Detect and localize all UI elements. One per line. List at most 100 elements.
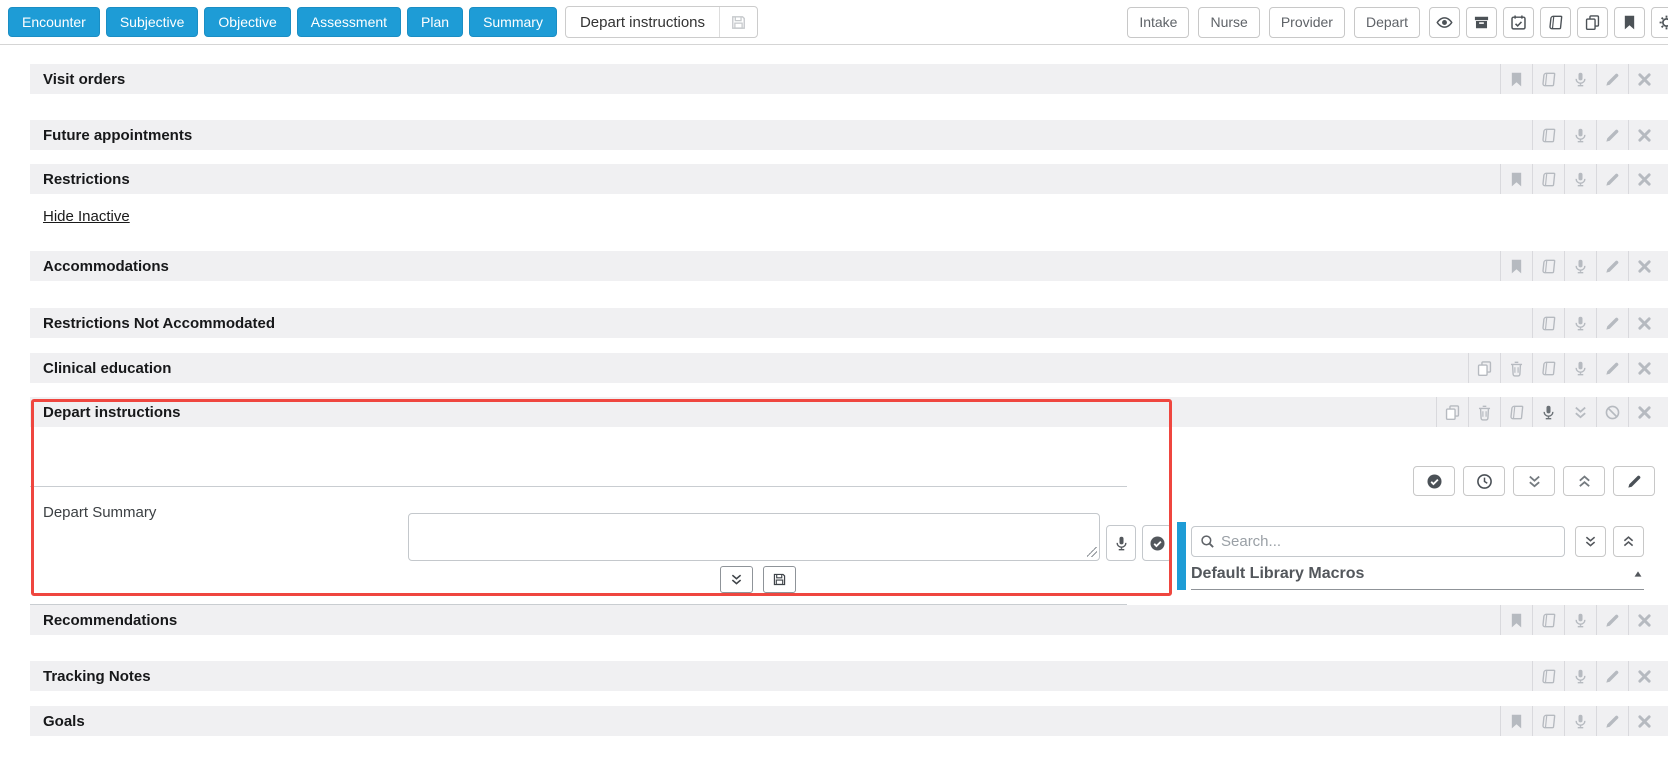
close-button[interactable]: [1628, 706, 1660, 736]
section-row-goals[interactable]: Goals: [30, 706, 1668, 736]
pencil-button[interactable]: [1596, 164, 1628, 194]
bookmark-button[interactable]: [1500, 706, 1532, 736]
microphone-button[interactable]: [1564, 251, 1596, 281]
pencil-button[interactable]: [1613, 466, 1655, 496]
chevron-double-up-icon: [1621, 534, 1636, 549]
book-button[interactable]: [1540, 6, 1571, 38]
chevron-double-down-button[interactable]: [720, 566, 753, 593]
pencil-button[interactable]: [1596, 120, 1628, 150]
book-icon: [1540, 668, 1557, 685]
microphone-button[interactable]: [1564, 661, 1596, 691]
ban-button[interactable]: [1596, 397, 1628, 427]
book-button[interactable]: [1532, 64, 1564, 94]
bookmark-button[interactable]: [1500, 605, 1532, 635]
section-row-restrictions-not-accommodated[interactable]: Restrictions Not Accommodated: [30, 308, 1668, 338]
copy-button[interactable]: [1436, 397, 1468, 427]
section-row-depart-instructions[interactable]: Depart instructions: [30, 397, 1668, 427]
microphone-button[interactable]: [1106, 525, 1136, 561]
close-button[interactable]: [1628, 605, 1660, 635]
copy-button[interactable]: [1468, 353, 1500, 383]
chevron-double-down-button[interactable]: [1513, 466, 1555, 496]
pencil-button[interactable]: [1596, 661, 1628, 691]
trash-button[interactable]: [1500, 353, 1532, 383]
close-button[interactable]: [1628, 661, 1660, 691]
close-button[interactable]: [1628, 64, 1660, 94]
pencil-button[interactable]: [1596, 64, 1628, 94]
chevron-double-up-button[interactable]: [1613, 526, 1644, 557]
close-button[interactable]: [1628, 397, 1660, 427]
nav-tab-encounter[interactable]: Encounter: [8, 7, 100, 37]
chevron-double-down-button[interactable]: [1564, 397, 1596, 427]
stage-button-provider[interactable]: Provider: [1268, 6, 1345, 38]
bookmark-button[interactable]: [1614, 6, 1645, 38]
close-button[interactable]: [1628, 251, 1660, 281]
book-button[interactable]: [1532, 120, 1564, 150]
section-row-visit-orders[interactable]: Visit orders: [30, 64, 1668, 94]
close-button[interactable]: [1628, 120, 1660, 150]
nav-tab-subjective[interactable]: Subjective: [105, 7, 199, 37]
calendar-check-button[interactable]: [1503, 6, 1534, 38]
close-button[interactable]: [1628, 164, 1660, 194]
archive-button[interactable]: [1466, 6, 1497, 38]
stage-button-nurse[interactable]: Nurse: [1198, 6, 1260, 38]
book-button[interactable]: [1532, 251, 1564, 281]
sections-bottom-list: Recommendations Tracking Notes Goals: [30, 605, 1668, 736]
microphone-button[interactable]: [1564, 164, 1596, 194]
pencil-button[interactable]: [1596, 605, 1628, 635]
clock-button[interactable]: [1463, 466, 1505, 496]
section-row-clinical-education[interactable]: Clinical education: [30, 353, 1668, 383]
section-row-accommodations[interactable]: Accommodations: [30, 251, 1668, 281]
gear-button[interactable]: [1651, 6, 1668, 38]
section-row-restrictions[interactable]: Restrictions: [30, 164, 1668, 194]
chevron-double-down-button[interactable]: [1575, 526, 1606, 557]
book-button[interactable]: [1500, 397, 1532, 427]
book-button[interactable]: [1532, 308, 1564, 338]
section-row-tracking-notes[interactable]: Tracking Notes: [30, 661, 1668, 691]
close-icon: [1636, 612, 1653, 629]
pencil-button[interactable]: [1596, 308, 1628, 338]
check-circle-button[interactable]: [1413, 466, 1455, 496]
book-icon: [1508, 404, 1525, 421]
nav-tab-objective[interactable]: Objective: [204, 7, 291, 37]
section-row-future-appointments[interactable]: Future appointments: [30, 120, 1668, 150]
book-icon: [1540, 612, 1557, 629]
book-button[interactable]: [1532, 605, 1564, 635]
microphone-button[interactable]: [1564, 706, 1596, 736]
nav-tab-plan[interactable]: Plan: [407, 7, 464, 37]
book-button[interactable]: [1532, 706, 1564, 736]
save-button[interactable]: [763, 566, 796, 593]
hide-inactive-link[interactable]: Hide Inactive: [43, 208, 130, 225]
microphone-button[interactable]: [1564, 308, 1596, 338]
bookmark-button[interactable]: [1500, 251, 1532, 281]
save-button[interactable]: [719, 7, 757, 37]
bookmark-button[interactable]: [1500, 164, 1532, 194]
macros-group-header[interactable]: Default Library Macros: [1191, 565, 1644, 590]
trash-icon: [1508, 360, 1525, 377]
section-row-recommendations[interactable]: Recommendations: [30, 605, 1668, 635]
pencil-button[interactable]: [1596, 706, 1628, 736]
microphone-button[interactable]: [1564, 64, 1596, 94]
pencil-button[interactable]: [1596, 353, 1628, 383]
stage-button-depart[interactable]: Depart: [1353, 6, 1420, 38]
microphone-button[interactable]: [1564, 120, 1596, 150]
check-circle-button[interactable]: [1142, 525, 1172, 561]
depart-summary-input[interactable]: [408, 513, 1100, 561]
bookmark-button[interactable]: [1500, 64, 1532, 94]
close-button[interactable]: [1628, 353, 1660, 383]
nav-tab-summary[interactable]: Summary: [469, 7, 557, 37]
eye-button[interactable]: [1429, 6, 1460, 38]
microphone-button[interactable]: [1564, 353, 1596, 383]
stage-button-intake[interactable]: Intake: [1127, 6, 1190, 38]
macro-search-input[interactable]: [1221, 533, 1564, 550]
book-button[interactable]: [1532, 353, 1564, 383]
close-button[interactable]: [1628, 308, 1660, 338]
trash-button[interactable]: [1468, 397, 1500, 427]
chevron-double-up-button[interactable]: [1563, 466, 1605, 496]
copy-button[interactable]: [1577, 6, 1608, 38]
book-button[interactable]: [1532, 164, 1564, 194]
nav-tab-assessment[interactable]: Assessment: [296, 7, 402, 37]
microphone-button[interactable]: [1564, 605, 1596, 635]
book-button[interactable]: [1532, 661, 1564, 691]
microphone-button[interactable]: [1532, 397, 1564, 427]
pencil-button[interactable]: [1596, 251, 1628, 281]
